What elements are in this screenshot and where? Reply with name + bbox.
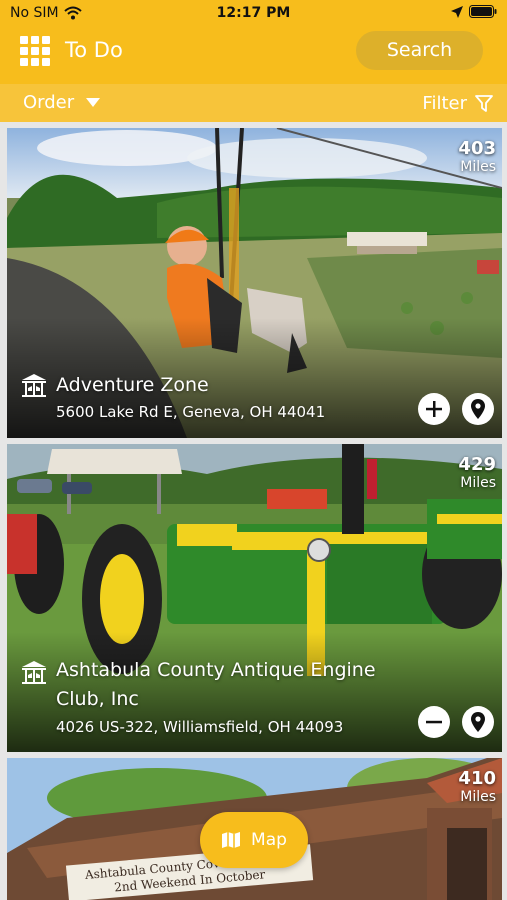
location-pin-icon — [471, 399, 485, 419]
status-time: 12:17 PM — [216, 5, 291, 21]
attraction-address: 5600 Lake Rd E, Geneva, OH 44041 — [56, 403, 326, 421]
remove-from-list-button[interactable] — [418, 706, 450, 738]
map-icon — [222, 832, 241, 848]
filter-label: Filter — [422, 93, 467, 114]
grid-menu-icon[interactable] — [20, 36, 50, 66]
filter-funnel-icon — [475, 95, 493, 112]
distance-value: 429 — [458, 454, 496, 475]
minus-icon — [426, 720, 442, 724]
distance-unit: Miles — [460, 789, 496, 805]
attraction-name: Adventure Zone — [56, 374, 209, 396]
distance-value: 403 — [458, 138, 496, 159]
location-pin-button[interactable] — [462, 706, 494, 738]
order-dropdown[interactable]: Order — [23, 92, 101, 113]
chevron-down-icon — [86, 98, 101, 107]
distance-unit: Miles — [460, 475, 496, 491]
filter-button[interactable]: Filter — [422, 93, 493, 114]
navigation-bar: To Do Search — [0, 28, 507, 84]
attraction-address: 4026 US-322, Williamsfield, OH 44093 — [56, 718, 344, 736]
map-button[interactable]: Map — [200, 812, 308, 868]
distance-badge: 403 Miles — [458, 138, 496, 176]
attraction-card[interactable]: 429 Miles Ashtabula County Antique Engin… — [7, 444, 502, 752]
distance-badge: 429 Miles — [458, 454, 496, 492]
search-button[interactable]: Search — [356, 31, 483, 70]
status-right — [451, 5, 497, 18]
attraction-name: Ashtabula County Antique Engine Club, In… — [56, 659, 376, 710]
location-arrow-icon — [451, 5, 463, 18]
plus-icon — [426, 401, 442, 417]
status-bar: No SIM 12:17 PM — [0, 0, 507, 28]
battery-icon — [469, 5, 497, 18]
add-to-list-button[interactable] — [418, 393, 450, 425]
distance-value: 410 — [458, 768, 496, 789]
carousel-icon — [22, 661, 46, 684]
attraction-card[interactable]: 403 Miles Adventure Zone 5600 Lake Rd E,… — [7, 128, 502, 438]
location-pin-icon — [471, 712, 485, 732]
map-button-label: Map — [251, 830, 287, 850]
carousel-icon — [22, 374, 46, 397]
page-title: To Do — [65, 38, 123, 62]
sort-filter-bar: Order Filter — [0, 84, 507, 122]
distance-badge: 410 Miles — [458, 768, 496, 806]
distance-unit: Miles — [460, 159, 496, 175]
order-label: Order — [23, 92, 75, 113]
location-pin-button[interactable] — [462, 393, 494, 425]
